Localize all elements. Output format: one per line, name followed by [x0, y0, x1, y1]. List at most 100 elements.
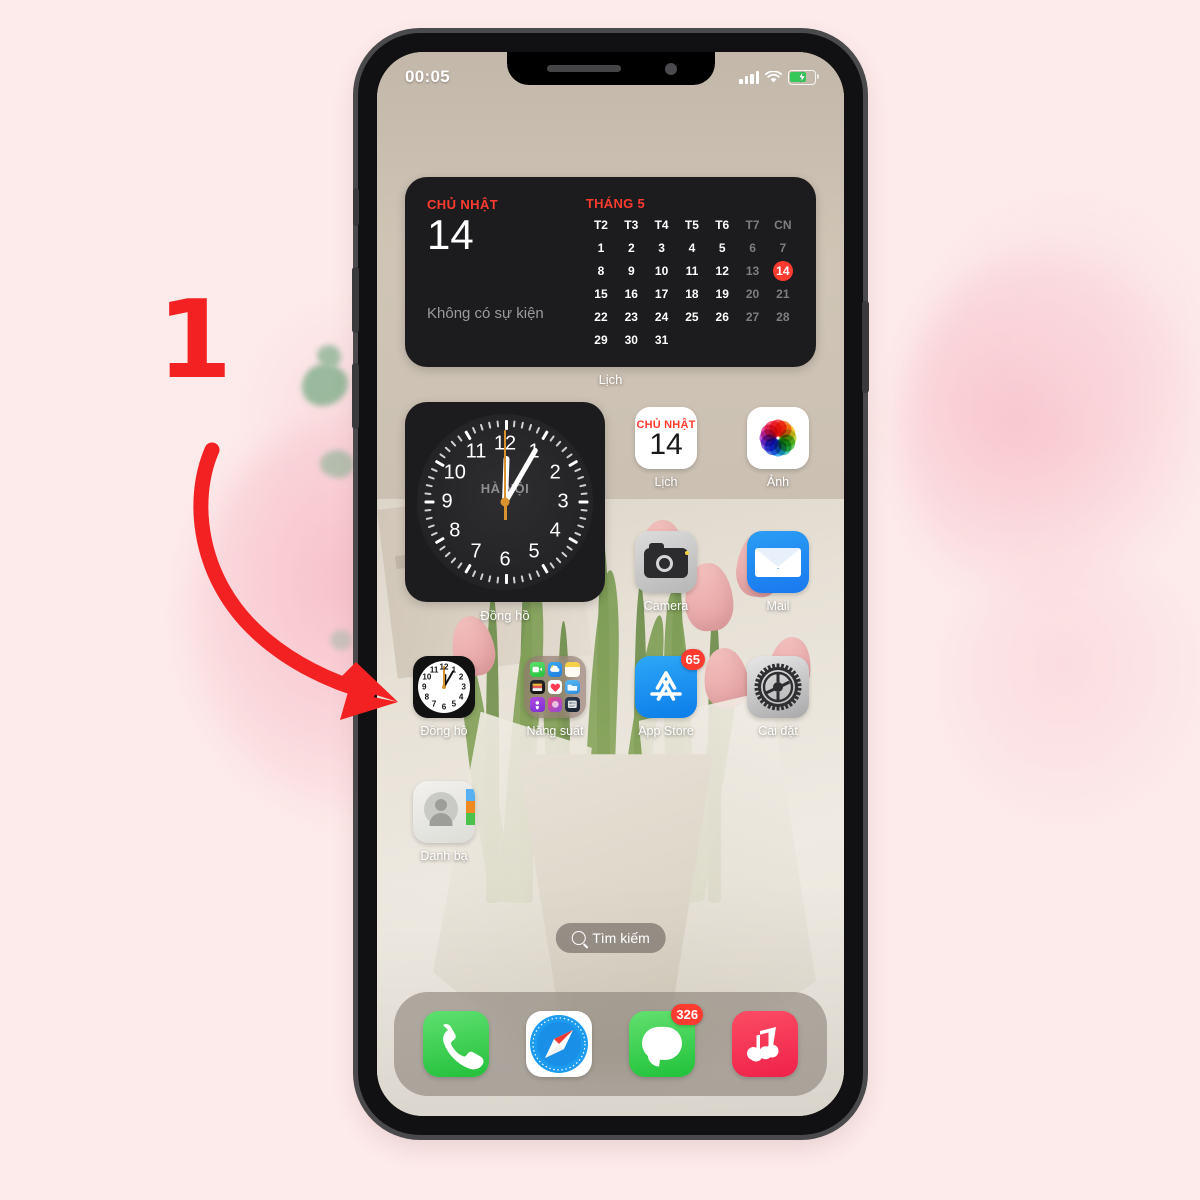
mail-icon: [747, 531, 809, 593]
step-number-annotation: 1: [157, 278, 233, 403]
app-store-badge: 65: [680, 649, 705, 670]
shortcuts-icon: [547, 697, 563, 712]
calendar-day-cell: 23: [624, 310, 638, 324]
app-label: Ảnh: [766, 475, 790, 489]
clock-tick: [496, 576, 500, 584]
clock-tick: [561, 446, 568, 453]
clock-numeral: 6: [499, 548, 511, 571]
calendar-day-cell: 8: [597, 264, 605, 278]
facetime-icon: [530, 662, 545, 677]
calendar-day-header: T6: [715, 218, 730, 232]
clock-tick: [512, 576, 516, 584]
calendar-day-cell: 24: [654, 310, 669, 324]
clock-tick: [505, 574, 508, 584]
clock-tick: [580, 508, 588, 512]
calendar-day-header: T7: [745, 218, 760, 232]
calendar-weekday: CHỦ NHẬT: [427, 197, 499, 212]
calendar-day-cell: 3: [658, 241, 665, 255]
clock-app-numeral: 5: [451, 699, 457, 709]
dock-app-music[interactable]: [732, 1011, 799, 1077]
clock-tick: [444, 551, 451, 558]
clock-tick: [487, 421, 492, 429]
calendar-widget[interactable]: CHỦ NHẬT 14 Không có sự kiện THÁNG 5 T2 T…: [405, 177, 816, 367]
calendar-day-cell: 17: [654, 287, 669, 301]
clock-tick: [471, 426, 477, 434]
clock-tick: [555, 557, 562, 564]
phone-icon: [422, 1011, 489, 1077]
app-label: App Store: [638, 724, 694, 738]
clock-tick: [456, 562, 463, 569]
clock-numeral: 11: [465, 440, 487, 463]
dock-app-safari[interactable]: [525, 1011, 592, 1077]
calendar-widget-left: CHỦ NHẬT 14 Không có sự kiện: [405, 177, 586, 367]
clock-tick: [568, 459, 579, 468]
app-camera[interactable]: Camera: [630, 531, 702, 613]
clock-numeral: 7: [470, 540, 482, 563]
power-button[interactable]: [862, 301, 869, 393]
calendar-day-cell: 4: [688, 241, 696, 255]
clock-tick: [520, 421, 525, 429]
clock-tick: [549, 435, 556, 442]
clock-app-numeral: 3: [461, 682, 466, 692]
music-note-icon: [732, 1011, 799, 1077]
calendar-day-cell: 10: [654, 264, 669, 278]
app-lich[interactable]: CHỦ NHẬT 14 Lịch: [630, 407, 702, 489]
calendar-day-cell: 27: [745, 310, 760, 324]
camera-icon: [635, 531, 697, 593]
clock-tick: [520, 575, 525, 583]
podcasts-icon: [530, 697, 545, 712]
clock-tick: [541, 563, 549, 574]
clock-tick: [566, 545, 573, 552]
app-folder-nang-suat[interactable]: Năng suất: [519, 656, 591, 738]
clock-tick: [566, 452, 573, 459]
calendar-day-cell: 29: [594, 333, 608, 347]
clock-numeral: 9: [441, 490, 453, 513]
wallet-icon: [530, 679, 545, 695]
clock-app-numeral: 12: [439, 662, 449, 672]
clock-tick: [496, 420, 500, 428]
files-icon: [565, 679, 580, 695]
weather-icon: [547, 662, 563, 677]
clock-tick: [579, 483, 587, 488]
safari-compass-icon: [525, 1011, 592, 1077]
clock-numeral: 5: [528, 540, 540, 563]
status-bar-time: 00:05: [405, 67, 450, 86]
clock-numeral: 2: [549, 461, 561, 484]
clock-tick: [450, 557, 457, 564]
dock-app-phone[interactable]: [422, 1011, 489, 1077]
photos-icon: [747, 407, 809, 469]
app-mail[interactable]: Mail: [742, 531, 814, 613]
clock-numeral: 12: [493, 432, 517, 455]
calendar-day-cell: 25: [685, 310, 699, 324]
calendar-day-cell: 9: [627, 264, 635, 278]
search-pill[interactable]: Tìm kiếm: [555, 923, 666, 953]
wifi-icon: [765, 69, 782, 84]
volume-down-button[interactable]: [352, 363, 359, 429]
calendar-day-cell: 7: [779, 241, 787, 255]
clock-tick: [535, 426, 541, 434]
calendar-widget-label: Lịch: [598, 372, 623, 387]
dock-app-messages[interactable]: 326: [629, 1004, 704, 1077]
app-danh-ba[interactable]: Danh bạ: [408, 781, 480, 863]
notes-icon: [565, 662, 580, 677]
battery-charging-icon: [788, 69, 819, 85]
clock-tick: [479, 423, 484, 431]
calendar-day-cell: 11: [685, 264, 699, 278]
clock-tick: [464, 430, 472, 441]
calendar-day-header: T5: [684, 218, 699, 232]
calendar-day-header: CN: [774, 218, 792, 232]
calendar-day-cell: 21: [776, 287, 790, 301]
clock-widget-face: HÀ NỘI 1 2 3 4 5 6 7 8 9 10 11 12: [417, 414, 593, 590]
volume-up-button[interactable]: [352, 267, 359, 333]
app-app-store[interactable]: 65 App Store: [630, 649, 705, 738]
app-cai-dat[interactable]: Cài đặt: [742, 656, 814, 738]
clock-tick: [528, 573, 533, 581]
clock-app-numeral: 4: [458, 692, 464, 702]
app-anh[interactable]: Ảnh: [742, 407, 814, 489]
clock-tick: [439, 452, 446, 459]
calendar-day-cell: 31: [654, 333, 669, 347]
health-icon: [547, 679, 563, 695]
calendar-day-cell: 13: [745, 264, 760, 278]
calendar-day-cell: 18: [685, 287, 699, 301]
mute-switch-button[interactable]: [353, 188, 359, 226]
